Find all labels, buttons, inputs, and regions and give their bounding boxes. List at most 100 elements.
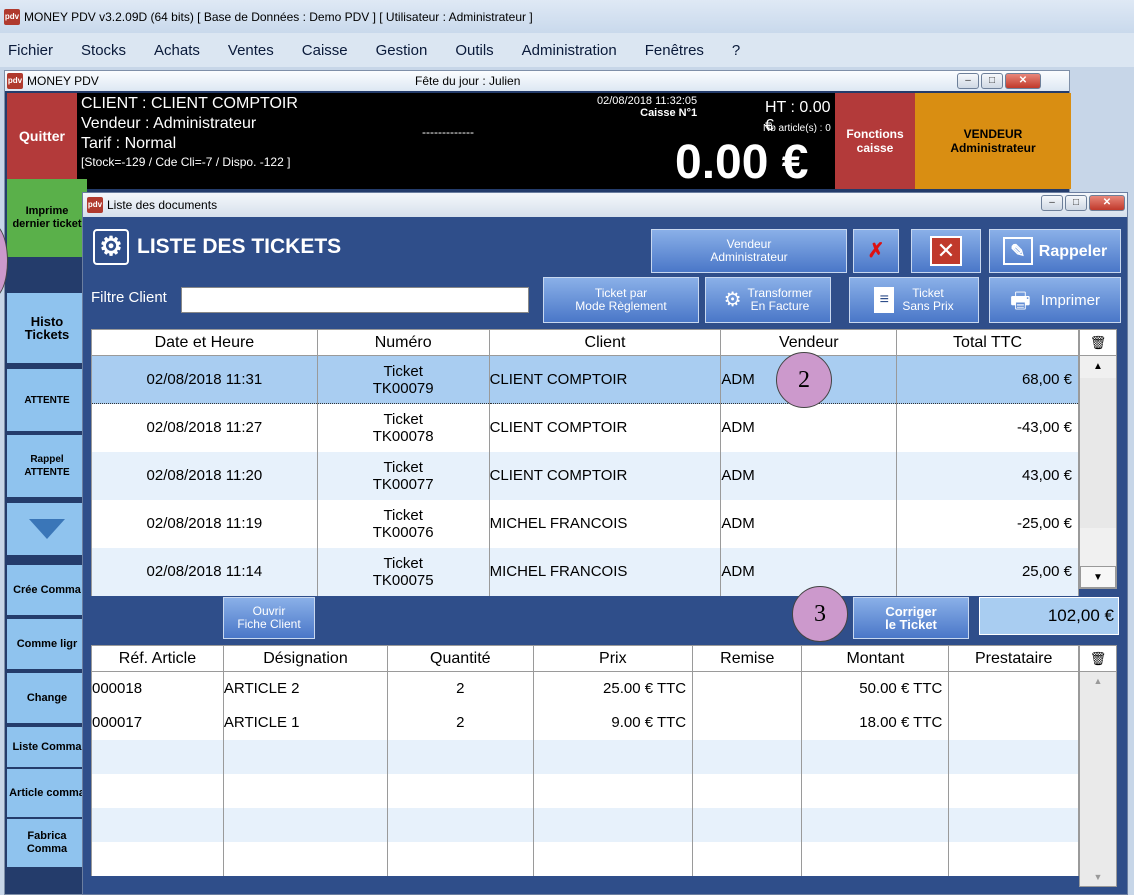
table-row[interactable]: 02/08/2018 11:27 Ticket TK00078 CLIENT CO… [91, 403, 1079, 452]
maximize-icon[interactable]: □ [981, 73, 1003, 89]
rappel-attente-button[interactable]: Rappel ATTENTE [7, 435, 87, 497]
filter-client-input[interactable] [181, 287, 529, 313]
col-remise[interactable]: Remise [692, 645, 803, 672]
vendeur-line: Vendeur : Administrateur [81, 115, 257, 132]
sans-prix-label-2: Sans Prix [902, 299, 954, 313]
cell-date: 02/08/2018 11:27 [91, 403, 318, 452]
column-chooser-icon[interactable]: 🗑 [1080, 330, 1116, 356]
ouvrir-fiche-client-button[interactable]: Ouvrir Fiche Client [223, 597, 315, 639]
table-row[interactable]: 02/08/2018 11:31 Ticket TK00079 CLIENT CO… [91, 355, 1079, 404]
col-client[interactable]: Client [488, 329, 722, 356]
dialog-close-icon[interactable]: ✕ [1089, 195, 1125, 211]
transformer-facture-button[interactable]: ⚙ Transformer En Facture [705, 277, 831, 323]
menu-achats[interactable]: Achats [140, 42, 214, 59]
cell-designation: ARTICLE 2 [222, 671, 389, 706]
corriger-ticket-button[interactable]: Corriger le Ticket [853, 597, 969, 639]
col-prix[interactable]: Prix [532, 645, 694, 672]
document-icon: ≡ [874, 287, 895, 313]
col-ref[interactable]: Réf. Article [91, 645, 224, 672]
cell-montant: 18.00 € TTC [801, 705, 950, 740]
table-row[interactable]: 02/08/2018 11:20 Ticket TK00077 CLIENT CO… [91, 451, 1079, 500]
corriger-label-2: le Ticket [885, 617, 937, 632]
table-row[interactable]: 02/08/2018 11:14 Ticket TK00075 MICHEL FR… [91, 547, 1079, 596]
stock-line: [Stock=-129 / Cde Cli=-7 / Dispo. -122 ] [81, 155, 291, 169]
col-quantite[interactable]: Quantité [387, 645, 534, 672]
pos-logo-icon: pdv [7, 73, 23, 89]
minimize-icon[interactable]: – [957, 73, 979, 89]
fonctions-caisse-button[interactable]: Fonctions caisse [835, 93, 915, 189]
vendeur-button[interactable]: VENDEUR Administrateur [915, 93, 1071, 189]
menu-gestion[interactable]: Gestion [362, 42, 442, 59]
close-x-icon: ✕ [930, 236, 962, 266]
vendeur-button-label: VENDEUR [963, 127, 1023, 141]
ouvrir-label-2: Fiche Client [237, 617, 301, 631]
col-date[interactable]: Date et Heure [91, 329, 318, 356]
cell-prix: 9.00 € TTC [532, 705, 694, 740]
fabrication-commande-button[interactable]: Fabrica Comma [7, 819, 87, 867]
selection-total: 102,00 € [979, 597, 1119, 635]
col-prestataire[interactable]: Prestataire [948, 645, 1079, 672]
quit-button[interactable]: Quitter [7, 93, 77, 179]
cell-type: Ticket [383, 554, 423, 572]
article-commande-button[interactable]: Article comma [7, 769, 87, 817]
menu-fichier[interactable]: Fichier [0, 42, 67, 59]
cell-quantite: 2 [387, 705, 534, 740]
cell-num: TK00079 [372, 379, 434, 397]
cell-date: 02/08/2018 11:14 [91, 547, 318, 596]
datetime: 02/08/2018 11:32:05 Caisse N°1 [597, 95, 697, 119]
ticket-par-mode-button[interactable]: Ticket par Mode Règlement [543, 277, 699, 323]
lines-column-chooser-icon[interactable]: 🗑 [1080, 646, 1116, 672]
col-total[interactable]: Total TTC [896, 329, 1079, 356]
menu-administration[interactable]: Administration [508, 42, 631, 59]
close-icon[interactable]: ✕ [1005, 73, 1041, 89]
lines-scroll-up-icon[interactable]: ▲ [1080, 672, 1116, 690]
rappeler-button[interactable]: ✎ Rappeler [989, 229, 1121, 273]
menu-ventes[interactable]: Ventes [214, 42, 288, 59]
imprimer-button[interactable]: 🖶 Imprimer [989, 277, 1121, 323]
scroll-down-icon[interactable]: ▼ [1080, 566, 1116, 588]
commande-ligne-button[interactable]: Comme ligr [7, 619, 87, 669]
menu-outils[interactable]: Outils [441, 42, 507, 59]
feast-of-day: Fête du jour : Julien [415, 74, 521, 88]
tickets-table: Date et Heure Numéro Client Vendeur Tota… [91, 329, 1079, 596]
dashes-text: ------------- [422, 125, 474, 139]
col-numero[interactable]: Numéro [316, 329, 490, 356]
cell-num: TK00075 [372, 571, 434, 589]
tickets-scrollbar[interactable]: 🗑 ▲ ▼ [1079, 329, 1117, 589]
lines-scrollbar[interactable]: 🗑 ▲ ▼ [1079, 645, 1117, 887]
cell-designation: ARTICLE 1 [222, 705, 389, 740]
table-row[interactable]: 02/08/2018 11:19 Ticket TK00076 MICHEL FR… [91, 499, 1079, 548]
gear-icon[interactable]: ⚙ [93, 229, 129, 265]
scroll-track[interactable] [1080, 378, 1116, 528]
cell-numero: Ticket TK00077 [316, 451, 490, 500]
scroll-down-button[interactable] [7, 503, 87, 555]
table-row[interactable]: 000017 ARTICLE 1 2 9.00 € TTC 18.00 € TT… [91, 705, 1079, 740]
col-designation[interactable]: Désignation [222, 645, 389, 672]
cree-commande-button[interactable]: Crée Comma [7, 565, 87, 615]
vendeur-filter-button[interactable]: Vendeur Administrateur [651, 229, 847, 273]
table-row[interactable]: 000018 ARTICLE 2 2 25.00 € TTC 50.00 € T… [91, 671, 1079, 706]
menu-stocks[interactable]: Stocks [67, 42, 140, 59]
menu-help[interactable]: ? [718, 42, 754, 59]
clear-vendeur-button[interactable]: ✗ [853, 229, 899, 273]
col-montant[interactable]: Montant [801, 645, 950, 672]
ticket-sans-prix-button[interactable]: ≡ Ticket Sans Prix [849, 277, 979, 323]
changer-button[interactable]: Change [7, 673, 87, 723]
cell-total: -25,00 € [896, 499, 1079, 548]
histo-tickets-button[interactable]: Histo Tickets [7, 293, 87, 363]
liste-commande-button[interactable]: Liste Comma [7, 727, 87, 767]
lines-scroll-down-icon[interactable]: ▼ [1080, 868, 1116, 886]
datetime-value: 02/08/2018 11:32:05 [597, 95, 698, 107]
menu-fenetres[interactable]: Fenêtres [631, 42, 718, 59]
cell-numero: Ticket TK00078 [316, 403, 490, 452]
attente-button[interactable]: ATTENTE [7, 369, 87, 431]
dialog-maximize-icon[interactable]: □ [1065, 195, 1087, 211]
close-dialog-button[interactable]: ✕ [911, 229, 981, 273]
imprime-dernier-ticket-button[interactable]: Imprime dernier ticket [7, 179, 87, 257]
scroll-up-icon[interactable]: ▲ [1080, 356, 1116, 378]
empty-row [91, 739, 1079, 774]
cell-total: 43,00 € [896, 451, 1079, 500]
cell-type: Ticket [383, 506, 423, 524]
menu-caisse[interactable]: Caisse [288, 42, 362, 59]
dialog-minimize-icon[interactable]: – [1041, 195, 1063, 211]
